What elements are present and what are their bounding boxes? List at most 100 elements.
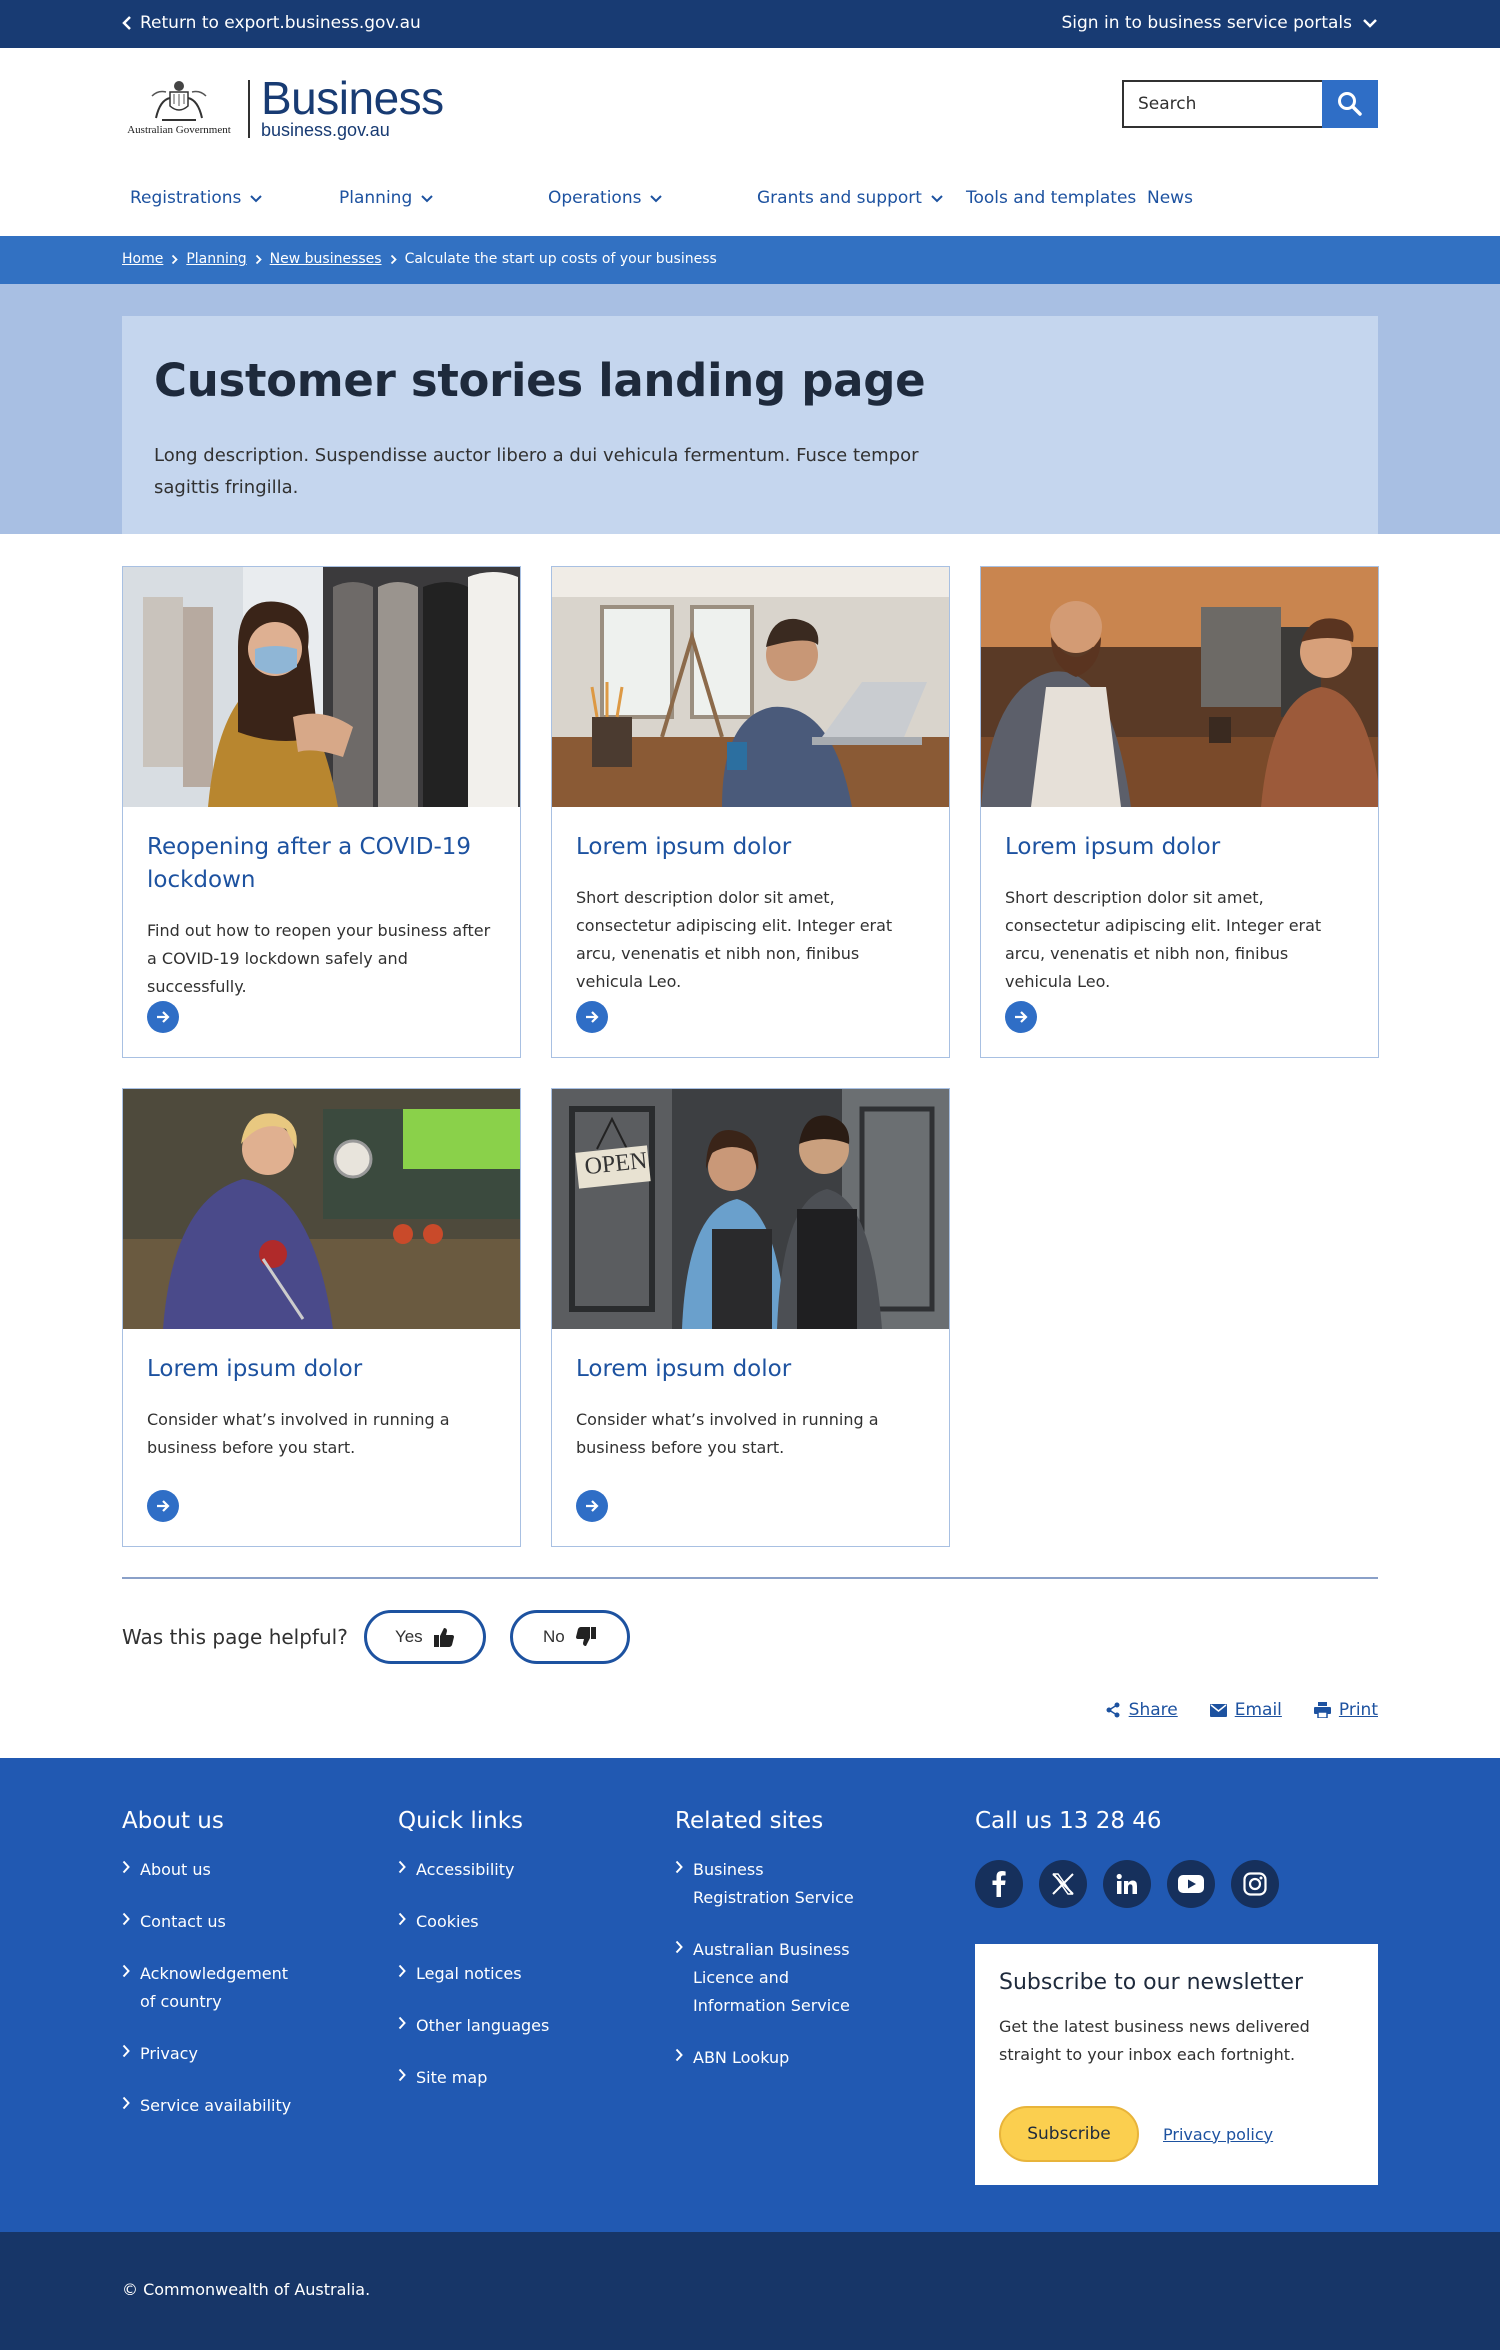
footer-link-service-availability[interactable]: Service availability <box>122 2092 291 2120</box>
footer-link-about-us[interactable]: About us <box>122 1856 291 1884</box>
card-image: OPEN <box>552 1089 949 1329</box>
nav-news[interactable]: News <box>1147 188 1193 208</box>
card-image <box>981 567 1378 807</box>
breadcrumb-home[interactable]: Home <box>122 251 163 267</box>
footer-link-other-languages[interactable]: Other languages <box>398 2012 549 2040</box>
footer-link-label: Privacy <box>140 2044 198 2063</box>
feedback-question: Was this page helpful? <box>122 1625 348 1649</box>
chevron-right-icon <box>122 1912 130 1926</box>
feedback-widget: Was this page helpful? Yes No <box>122 1610 654 1664</box>
footer-link-privacy[interactable]: Privacy <box>122 2040 291 2068</box>
nav-grants-and-support[interactable]: Grants and support <box>757 188 944 208</box>
story-card[interactable]: Lorem ipsum dolor Consider what’s involv… <box>122 1088 521 1547</box>
footer-link-label: Australian Business Licence and Informatio… <box>693 1936 850 2020</box>
footer-link-business-registration-service[interactable]: Business Registration Service <box>675 1856 854 1912</box>
nav-label: Operations <box>548 188 642 208</box>
chevron-right-icon <box>675 1940 683 1954</box>
story-card[interactable]: Lorem ipsum dolor Short description dolo… <box>551 566 950 1058</box>
newsletter-text: Get the latest business news delivered s… <box>999 2017 1310 2064</box>
share-link[interactable]: Share <box>1105 1700 1178 1720</box>
footer-link-ablis[interactable]: Australian Business Licence and Informatio… <box>675 1936 854 2020</box>
card-image <box>123 1089 520 1329</box>
coat-of-arms-icon <box>151 80 207 121</box>
chevron-right-icon <box>122 2044 130 2058</box>
footer-link-cookies[interactable]: Cookies <box>398 1908 549 1936</box>
footer-link-label: Business Registration Service <box>693 1856 854 1912</box>
arrow-right-icon <box>586 1011 599 1023</box>
nav-planning[interactable]: Planning <box>339 188 434 208</box>
linkedin-icon <box>1116 1873 1137 1894</box>
linkedin-link[interactable] <box>1103 1860 1151 1908</box>
sign-in-menu[interactable]: Sign in to business service portals <box>1062 13 1379 33</box>
footer-link-site-map[interactable]: Site map <box>398 2064 549 2092</box>
nav-label: Planning <box>339 188 413 208</box>
footer-link-label: Other languages <box>416 2016 550 2035</box>
chevron-down-icon <box>421 194 433 202</box>
chevron-down-icon <box>250 194 263 202</box>
footer-link-label: Site map <box>416 2068 488 2087</box>
footer-link-legal-notices[interactable]: Legal notices <box>398 1960 549 1988</box>
footer-link-label: Acknowledgement of country <box>140 1960 288 2016</box>
privacy-policy-link[interactable]: Privacy policy <box>1163 2125 1273 2144</box>
nav-registrations[interactable]: Registrations <box>130 188 263 208</box>
card-title: Reopening after a COVID-19 lockdown <box>147 834 472 893</box>
chevron-left-icon <box>122 16 131 30</box>
facebook-link[interactable] <box>975 1860 1023 1908</box>
card-body: Lorem ipsum dolor Short description dolo… <box>981 807 1378 996</box>
footer-link-label: Legal notices <box>416 1964 522 1983</box>
chevron-right-icon <box>675 2048 683 2062</box>
print-link[interactable]: Print <box>1313 1700 1378 1720</box>
breadcrumb-new-businesses[interactable]: New businesses <box>270 251 382 267</box>
email-label: Email <box>1234 1700 1282 1720</box>
card-title: Lorem ipsum dolor <box>576 1356 792 1382</box>
card-arrow-button[interactable] <box>576 1001 608 1033</box>
footer-link-label: Service availability <box>140 2096 292 2115</box>
card-arrow-button[interactable] <box>147 1001 179 1033</box>
feedback-yes-button[interactable]: Yes <box>363 1610 486 1664</box>
card-body: Reopening after a COVID-19 lockdown Find… <box>123 807 520 1001</box>
story-card[interactable]: OPEN Lorem ipsum dolor Consider what’s i… <box>551 1088 950 1547</box>
footer-link-abn-lookup[interactable]: ABN Lookup <box>675 2044 854 2072</box>
nav-label: Grants and support <box>757 188 922 208</box>
x-link[interactable] <box>1039 1860 1087 1908</box>
newsletter-heading: Subscribe to our newsletter <box>999 1970 1304 1995</box>
return-link[interactable]: Return to export.business.gov.au <box>122 13 421 33</box>
search-input[interactable] <box>1122 80 1322 128</box>
feedback-no-button[interactable]: No <box>509 1610 630 1664</box>
footer-quick-links-column: Quick links Accessibility Cookies Legal … <box>398 1808 549 2116</box>
logo-divider <box>248 79 250 138</box>
card-arrow-button[interactable] <box>1005 1001 1037 1033</box>
footer-link-acknowledgement[interactable]: Acknowledgement of country <box>122 1960 291 2016</box>
chevron-right-icon <box>398 1912 406 1926</box>
card-text: Short description dolor sit amet, consec… <box>576 888 893 991</box>
search-icon <box>1338 92 1362 116</box>
instagram-link[interactable] <box>1231 1860 1279 1908</box>
page-title: Customer stories landing page <box>154 354 926 407</box>
card-arrow-button[interactable] <box>147 1490 179 1522</box>
chevron-right-icon <box>122 1964 130 1978</box>
footer-link-contact-us[interactable]: Contact us <box>122 1908 291 1936</box>
footer-contact-column: Call us 13 28 46 <box>975 1808 1162 1856</box>
nav-tools-and-templates[interactable]: Tools and templates <box>966 188 1136 208</box>
instagram-icon <box>1243 1872 1267 1896</box>
couple-open-sign-photo <box>552 1089 949 1329</box>
story-card[interactable]: Reopening after a COVID-19 lockdown Find… <box>122 566 521 1058</box>
arrow-right-icon <box>157 1500 170 1512</box>
footer-call-heading: Call us 13 28 46 <box>975 1808 1162 1834</box>
footer-link-accessibility[interactable]: Accessibility <box>398 1856 549 1884</box>
youtube-icon <box>1178 1875 1204 1893</box>
email-link[interactable]: Email <box>1209 1700 1282 1720</box>
breadcrumb: Home Planning New businesses Calculate t… <box>122 251 717 267</box>
nav-operations[interactable]: Operations <box>548 188 663 208</box>
story-card[interactable]: Lorem ipsum dolor Short description dolo… <box>980 566 1379 1058</box>
card-arrow-button[interactable] <box>576 1490 608 1522</box>
no-label: No <box>542 1627 565 1646</box>
youtube-link[interactable] <box>1167 1860 1215 1908</box>
brand-name: Business <box>261 72 444 124</box>
breadcrumb-planning[interactable]: Planning <box>186 251 246 267</box>
chevron-down-icon <box>931 194 943 202</box>
subscribe-button[interactable]: Subscribe <box>999 2106 1139 2162</box>
site-logo[interactable]: Australian Government Business business.… <box>122 72 444 141</box>
search-button[interactable] <box>1322 80 1378 128</box>
return-link-label: Return to export.business.gov.au <box>140 13 421 33</box>
